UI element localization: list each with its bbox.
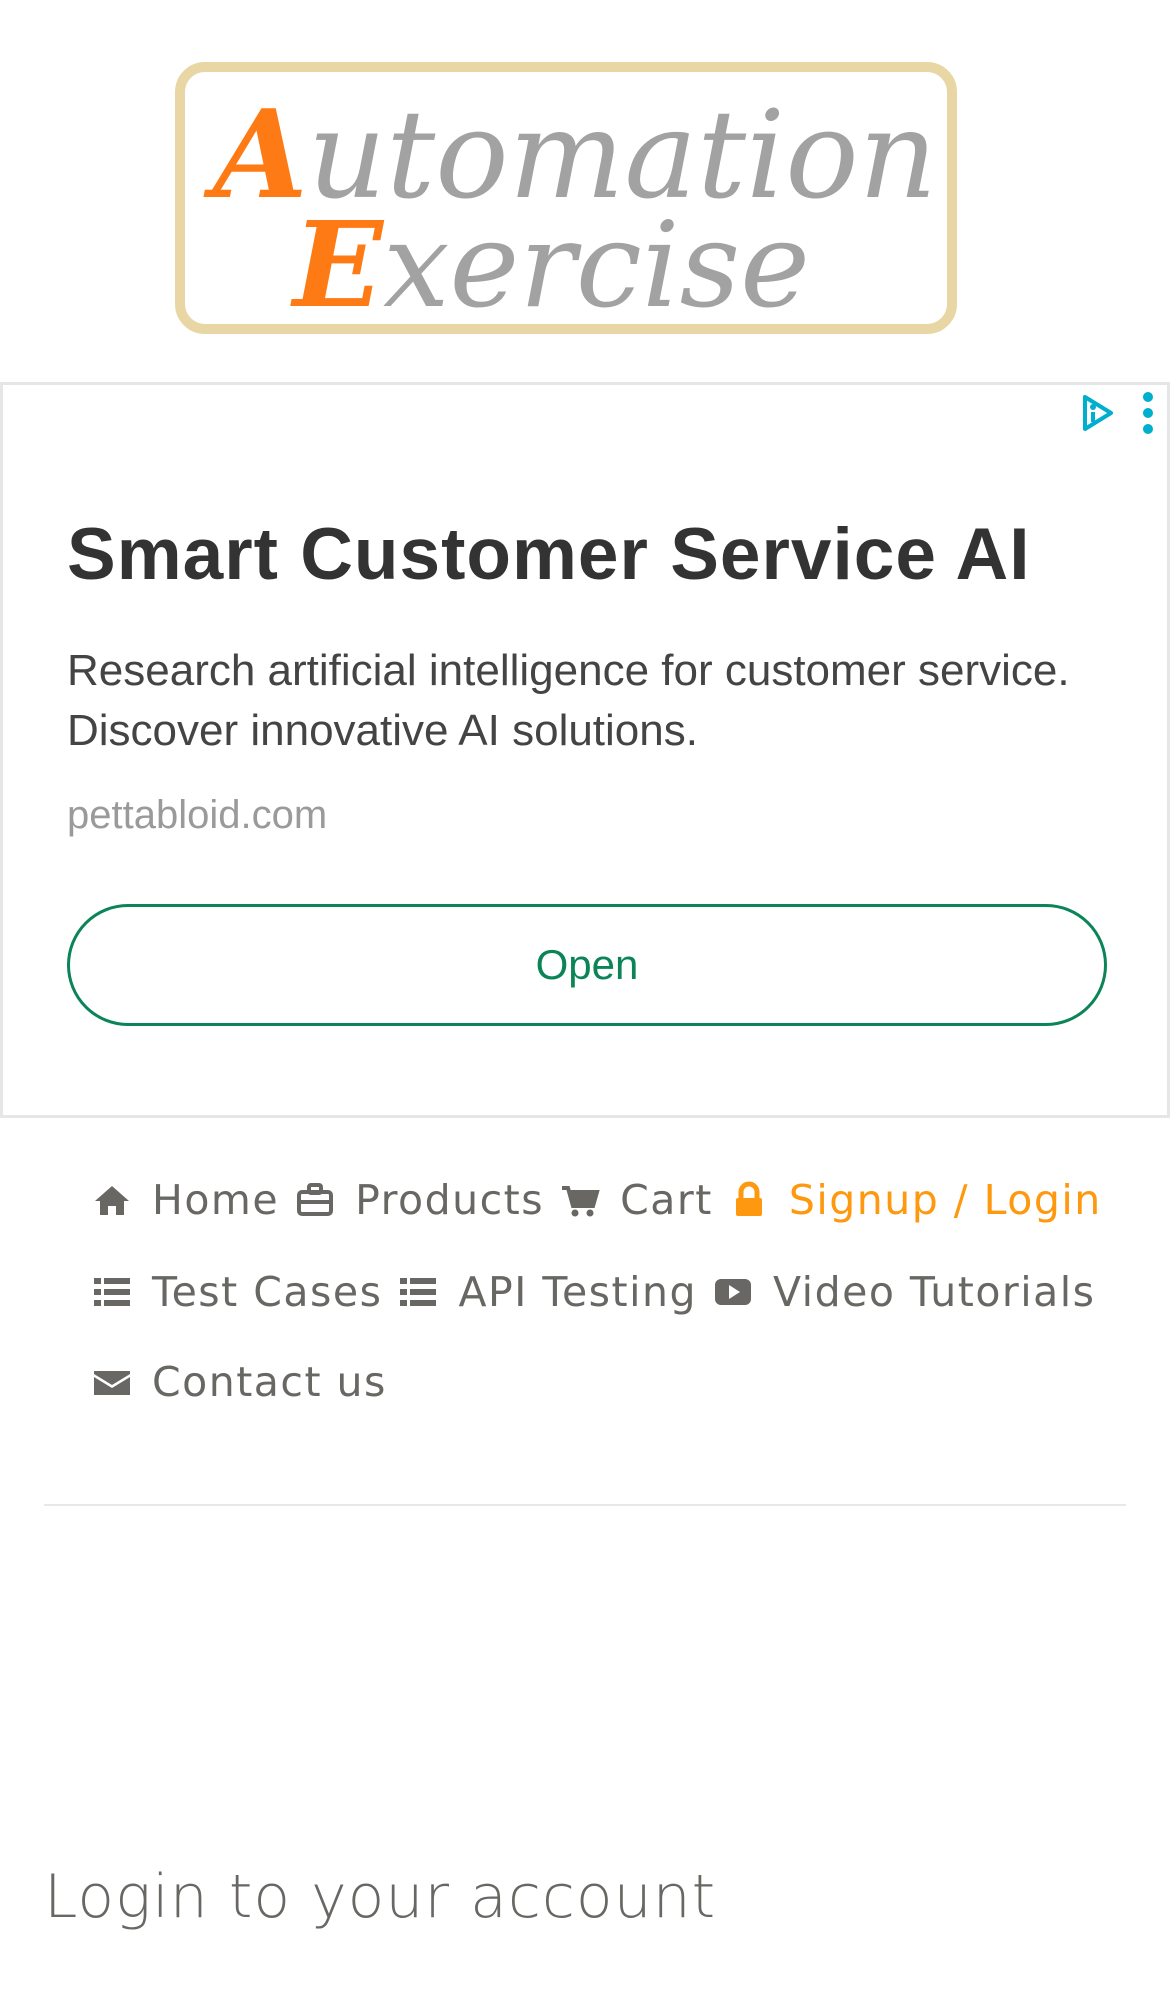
logo-line-exercise: Exercise	[293, 200, 810, 325]
nav-item-api-testing-label: API Testing	[458, 1268, 698, 1316]
nav-item-contact-us-label: Contact us	[152, 1358, 387, 1406]
list-icon	[396, 1270, 440, 1314]
nav-item-test-cases-label: Test Cases	[152, 1268, 383, 1316]
ad-banner[interactable]: Smart Customer Service AI Research artif…	[0, 382, 1170, 1118]
nav-item-api-testing[interactable]: API Testing	[396, 1268, 697, 1316]
login-form-title: Login to your account	[44, 1862, 717, 1932]
logo-word-exercise: xercise	[382, 196, 810, 334]
logo-letter-e: E	[293, 195, 383, 334]
list-icon	[90, 1270, 134, 1314]
nav-item-cart[interactable]: Cart	[558, 1176, 713, 1224]
ad-domain: pettabloid.com	[67, 793, 328, 837]
nav-item-products[interactable]: Products	[293, 1176, 544, 1224]
adchoices-icon[interactable]	[1075, 391, 1119, 435]
envelope-icon	[90, 1360, 134, 1404]
nav-item-home-label: Home	[152, 1176, 280, 1224]
lock-icon	[727, 1178, 771, 1222]
briefcase-icon	[293, 1178, 337, 1222]
nav-item-contact-us[interactable]: Contact us	[90, 1358, 387, 1406]
ad-open-button[interactable]: Open	[67, 904, 1107, 1026]
site-logo[interactable]: Automation Exercise	[175, 62, 957, 334]
nav-row-3: Contact us	[90, 1352, 401, 1412]
nav-item-signup-login-label: Signup / Login	[788, 1176, 1102, 1224]
nav-item-cart-label: Cart	[620, 1176, 713, 1224]
header-divider	[44, 1504, 1126, 1506]
nav-item-test-cases[interactable]: Test Cases	[90, 1268, 382, 1316]
more-vertical-icon[interactable]	[1137, 389, 1159, 437]
nav-item-home[interactable]: Home	[90, 1176, 279, 1224]
youtube-play-icon	[711, 1270, 755, 1314]
ad-title[interactable]: Smart Customer Service AI	[67, 513, 1031, 596]
nav-item-products-label: Products	[355, 1176, 545, 1224]
home-icon	[90, 1178, 134, 1222]
cart-icon	[558, 1178, 602, 1222]
nav-item-signup-login[interactable]: Signup / Login	[727, 1176, 1102, 1224]
nav-item-video-tutorials[interactable]: Video Tutorials	[711, 1268, 1096, 1316]
logo-frame: Automation Exercise	[175, 62, 957, 334]
nav-row-2: Test Cases API Testing Video Tutorials	[90, 1262, 1110, 1322]
ad-description: Research artificial intelligence for cus…	[67, 646, 1070, 755]
nav-item-video-tutorials-label: Video Tutorials	[773, 1268, 1096, 1316]
nav-row-1: Home Products Cart Signup / Login	[90, 1170, 1116, 1230]
